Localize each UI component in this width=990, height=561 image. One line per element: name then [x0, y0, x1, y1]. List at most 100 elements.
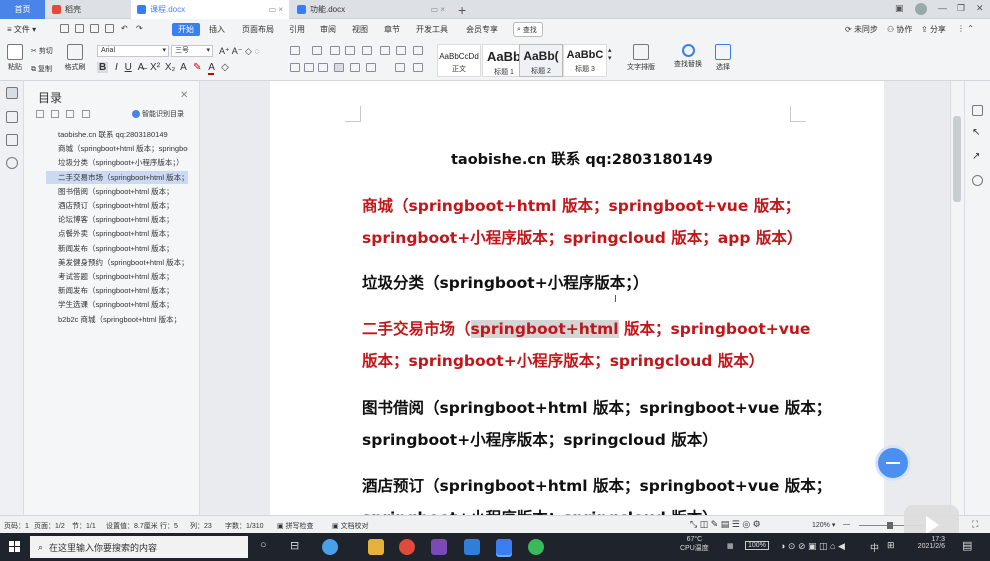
- spell-check-button[interactable]: ▣ 拼写检查: [277, 521, 314, 531]
- menu-developer[interactable]: 开发工具: [416, 24, 448, 35]
- help-icon[interactable]: [972, 175, 983, 186]
- share-button[interactable]: ⇪ 分享: [921, 24, 946, 35]
- italic-icon[interactable]: I: [115, 62, 118, 73]
- sort-icon[interactable]: [380, 46, 390, 55]
- show-marks-icon[interactable]: [396, 46, 406, 55]
- zoom-out-icon[interactable]: —: [843, 521, 850, 528]
- align-left-icon[interactable]: [290, 63, 300, 72]
- distributed-icon[interactable]: [350, 63, 360, 72]
- sync-status[interactable]: ⟳ 未同步: [845, 24, 878, 35]
- avatar[interactable]: [915, 3, 927, 15]
- tray-icons[interactable]: ◑ ⊙ ⊘ ▣ ◫ ⌂ ◀: [780, 541, 845, 552]
- text-layout-button[interactable]: 文字排版: [621, 44, 661, 72]
- style-heading2[interactable]: AaBb( 标题 2: [519, 44, 563, 77]
- menu-home[interactable]: 开始: [172, 23, 200, 36]
- format-painter-button[interactable]: 格式刷: [63, 44, 87, 72]
- select-button[interactable]: 选择: [708, 44, 738, 72]
- fit-screen-icon[interactable]: ⛶: [972, 519, 978, 530]
- toc-item[interactable]: 垃圾分类（springboot+小程序版本；）: [58, 156, 188, 169]
- notification-icon[interactable]: ▤: [962, 539, 972, 552]
- smart-toc-button[interactable]: 智能识别目录: [132, 109, 184, 119]
- toc-item[interactable]: 新闻发布（springboot+html 版本；: [58, 284, 188, 297]
- export-pdf-icon[interactable]: [75, 24, 84, 33]
- toc-item[interactable]: 考试答题（springboot+html 版本；: [58, 270, 188, 283]
- input-method-icon[interactable]: ⊞: [887, 540, 895, 551]
- cortana-icon[interactable]: ○: [260, 539, 267, 551]
- tab-course-docx[interactable]: 课程.docx ▭ ×: [131, 0, 289, 19]
- style-normal[interactable]: AaBbCcDd 正文: [437, 44, 481, 77]
- bookmark-icon[interactable]: [6, 134, 18, 146]
- save-icon[interactable]: [60, 24, 69, 33]
- indent-icon[interactable]: [345, 46, 355, 55]
- task-view-icon[interactable]: ⊟: [290, 539, 299, 552]
- tab-docer[interactable]: 稻壳: [46, 0, 130, 19]
- styles-more-icon[interactable]: ▴ ▾: [608, 46, 612, 62]
- restore-icon[interactable]: ❐: [957, 3, 965, 14]
- toc-item[interactable]: 新闻发布（springboot+html 版本；: [58, 242, 188, 255]
- tab-feature-docx[interactable]: 功能.docx ▭ ×: [291, 0, 451, 19]
- outdent-icon[interactable]: [330, 46, 340, 55]
- align-center-icon[interactable]: [304, 63, 314, 72]
- collaborate-button[interactable]: ⚇ 协作: [887, 24, 912, 35]
- line-spacing-icon[interactable]: [366, 63, 376, 72]
- cursor-icon[interactable]: ↖: [972, 127, 983, 138]
- find-icon[interactable]: [6, 157, 18, 169]
- char-border-icon[interactable]: ◇: [221, 62, 229, 73]
- toc-panel-icon[interactable]: [6, 87, 18, 99]
- status-word-count[interactable]: 字数：1/310: [225, 521, 264, 531]
- menu-layout[interactable]: 页面布局: [242, 24, 274, 35]
- numbering-icon[interactable]: [312, 46, 322, 55]
- border-icon[interactable]: [413, 63, 423, 72]
- font-grow-shrink-icons[interactable]: A⁺ A⁻ ◇ ◌: [219, 46, 260, 57]
- collapse-icon[interactable]: [66, 110, 74, 118]
- toc-item[interactable]: 商城（springboot+html 版本；springboot+vue 版本: [58, 142, 188, 155]
- close-icon[interactable]: ✕: [976, 3, 984, 14]
- strikethrough-icon[interactable]: A̶: [138, 62, 145, 73]
- edit-icon[interactable]: [972, 105, 983, 116]
- highlight-icon[interactable]: ✎: [193, 62, 201, 73]
- wps-icon[interactable]: [496, 539, 512, 555]
- floating-assistant-button[interactable]: [878, 448, 908, 478]
- add-heading-icon[interactable]: [82, 110, 90, 118]
- select-arrow-icon[interactable]: ↗: [972, 151, 983, 162]
- chrome-icon[interactable]: [399, 539, 415, 555]
- text-effect-icon[interactable]: A: [180, 62, 186, 73]
- toc-item[interactable]: 美发健身预约（springboot+html 版本；: [58, 256, 188, 269]
- font-name-select[interactable]: Arial ▾: [97, 45, 169, 57]
- text-format-buttons[interactable]: B I U A̶ X² X₂ A ✎ A ◇: [97, 62, 229, 75]
- file-explorer-icon[interactable]: [368, 539, 384, 555]
- menu-references[interactable]: 引用: [289, 24, 305, 35]
- menu-review[interactable]: 审阅: [320, 24, 336, 35]
- wechat-icon[interactable]: [528, 539, 544, 555]
- chinese-layout-icon[interactable]: [362, 46, 372, 55]
- zoom-select[interactable]: 120% ▾: [812, 521, 835, 529]
- align-right-icon[interactable]: [318, 63, 328, 72]
- ime-indicator[interactable]: 中: [870, 541, 879, 554]
- table-icon[interactable]: [413, 46, 423, 55]
- vscode-icon[interactable]: [464, 539, 480, 555]
- command-search[interactable]: ⌕ 查找: [513, 22, 543, 37]
- menu-member[interactable]: 会员专享: [466, 24, 498, 35]
- scrollbar-thumb[interactable]: [953, 116, 961, 202]
- toc-item[interactable]: 论坛博客（springboot+html 版本；: [58, 213, 188, 226]
- justify-icon[interactable]: [334, 63, 344, 72]
- menu-chapter[interactable]: 章节: [384, 24, 400, 35]
- toc-item[interactable]: 二手交易市场（springboot+html 版本；: [46, 170, 188, 184]
- paste-button[interactable]: 粘贴: [3, 44, 27, 72]
- new-tab-icon[interactable]: +: [458, 2, 466, 18]
- tab-close-icon[interactable]: ▭ ×: [269, 5, 283, 14]
- view-mode-icons[interactable]: ⤡ ◫ ✎ ▤ ☰ ◎ ⚙: [690, 519, 761, 530]
- toc-item[interactable]: 图书借阅（springboot+html 版本；: [58, 185, 188, 198]
- chapter-nav-icon[interactable]: [6, 111, 18, 123]
- print-icon[interactable]: [90, 24, 99, 33]
- collapse-all-icon[interactable]: [36, 110, 44, 118]
- subscript-icon[interactable]: X₂: [165, 62, 176, 73]
- toc-item[interactable]: b2b2c 商城（springboot+html 版本；: [58, 313, 188, 326]
- font-color-icon[interactable]: A: [208, 62, 215, 75]
- menu-file[interactable]: ≡ 文件 ▾: [7, 24, 36, 35]
- app-icon-sync[interactable]: [322, 539, 338, 555]
- toc-item[interactable]: taobishe.cn 联系 qq:2803180149: [58, 128, 188, 141]
- menu-view[interactable]: 视图: [352, 24, 368, 35]
- cpu-temp-widget[interactable]: 67°C CPU温度: [680, 536, 709, 553]
- expand-icon[interactable]: [51, 110, 59, 118]
